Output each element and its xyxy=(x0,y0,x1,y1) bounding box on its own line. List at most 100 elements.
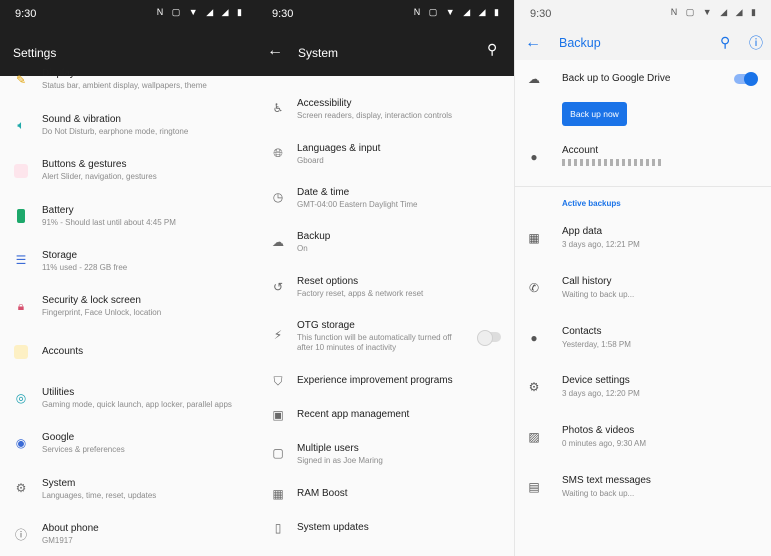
item-subtitle: GM1917 xyxy=(42,536,73,545)
status-icons: N ▢ ▼ ◢ ◢ ▮ xyxy=(156,7,245,17)
otg-toggle[interactable] xyxy=(477,330,501,346)
item-title: Photos & videos xyxy=(562,425,635,436)
item-subtitle: Waiting to back up... xyxy=(562,290,635,299)
item-title: System updates xyxy=(297,522,369,533)
back-arrow-icon[interactable]: ← xyxy=(267,42,283,60)
update-icon: ▯ xyxy=(274,521,282,535)
system-screen: 9:30 N ▢ ▼ ◢ ◢ ▮ ← System ⚲ ♿︎ Accessibi… xyxy=(257,0,514,556)
item-title: SMS text messages xyxy=(562,475,651,486)
backup-now-button[interactable]: Back up now xyxy=(562,102,627,126)
backup-screen: 9:30 N ▢ ▼ ◢ ◢ ▮ ← Backup ⚲ ⓘ ☁ Back up … xyxy=(514,0,771,556)
help-icon[interactable]: ⓘ xyxy=(749,33,763,53)
grid-icon: ▦ xyxy=(528,231,540,245)
back-arrow-icon[interactable]: ← xyxy=(525,34,541,52)
search-icon[interactable]: ⚲ xyxy=(487,41,497,58)
item-title: About phone xyxy=(42,523,99,534)
item-subtitle: On xyxy=(297,244,308,253)
account-email-obscured xyxy=(562,159,662,166)
message-icon: ▤ xyxy=(528,480,540,494)
item-title: Languages & input xyxy=(297,143,381,154)
cloud-icon: ☁ xyxy=(272,235,284,249)
item-subtitle: 11% used - 228 GB free xyxy=(42,263,128,272)
reset-icon: ↺ xyxy=(272,280,284,294)
item-subtitle: Yesterday, 1:58 PM xyxy=(562,340,631,349)
status-bar: 9:30 N ▢ ▼ ◢ ◢ ▮ xyxy=(257,0,514,26)
item-subtitle: Status bar, ambient display, wallpapers,… xyxy=(42,81,207,90)
item-title: Accounts xyxy=(42,346,84,357)
gear-icon: ⚙ xyxy=(15,481,27,495)
item-title: Storage xyxy=(42,250,78,261)
utilities-icon: ◎ xyxy=(15,391,27,405)
item-title: App data xyxy=(562,226,603,237)
person-icon: ● xyxy=(530,331,538,345)
item-title: Experience improvement programs xyxy=(297,375,453,386)
recent-apps-icon: ▣ xyxy=(272,408,284,422)
item-title: Sound & vibration xyxy=(42,114,121,125)
page-title: System xyxy=(298,46,339,60)
item-subtitle: Signed in as Joe Maring xyxy=(297,456,383,465)
item-title: Contacts xyxy=(562,326,602,337)
account-icon xyxy=(14,345,28,359)
status-time: 9:30 xyxy=(530,8,552,20)
improvement-icon: ⛉ xyxy=(273,374,283,388)
settings-screen: 9:30 N ▢ ▼ ◢ ◢ ▮ Settings ✎ Display Stat… xyxy=(0,0,257,556)
item-subtitle: 91% - Should last until about 4:45 PM xyxy=(42,218,176,227)
item-subtitle: This function will be automatically turn… xyxy=(297,333,452,342)
accessibility-icon: ♿︎ xyxy=(272,101,284,115)
item-subtitle: Languages, time, reset, updates xyxy=(42,491,157,500)
display-icon: ✎ xyxy=(15,73,27,87)
phone-icon: ✆ xyxy=(528,281,540,295)
google-icon: ◉ xyxy=(15,436,27,450)
account-circle-icon: ● xyxy=(530,150,538,164)
section-heading: Active backups xyxy=(562,199,621,208)
divider xyxy=(515,186,771,187)
item-title: Recent app management xyxy=(297,409,410,420)
item-title: Buttons & gestures xyxy=(42,159,127,170)
system-app-bar: ← System ⚲ xyxy=(257,26,514,76)
item-subtitle: Screen readers, display, interaction con… xyxy=(297,111,453,120)
image-icon: ▨ xyxy=(528,430,540,444)
item-title: Reset options xyxy=(297,276,359,287)
cloud-upload-icon: ☁ xyxy=(528,72,540,86)
lock-icon: 🔒︎ xyxy=(17,299,25,313)
item-title: Utilities xyxy=(42,387,75,398)
item-title: Security & lock screen xyxy=(42,295,141,306)
item-subtitle: 3 days ago, 12:21 PM xyxy=(562,240,640,249)
item-title: Call history xyxy=(562,276,612,287)
item-title: Back up to Google Drive xyxy=(562,73,671,84)
item-title: OTG storage xyxy=(297,320,355,331)
settings-app-bar: Settings xyxy=(0,26,257,76)
item-title: Multiple users xyxy=(297,443,359,454)
item-subtitle: Alert Slider, navigation, gestures xyxy=(42,172,157,181)
info-icon: ⓘ xyxy=(14,528,27,542)
search-icon[interactable]: ⚲ xyxy=(720,34,730,51)
ram-icon: ▦ xyxy=(272,487,284,501)
drive-backup-toggle[interactable] xyxy=(734,72,758,86)
status-time: 9:30 xyxy=(272,8,294,20)
item-title: Display xyxy=(42,68,75,79)
item-title: Google xyxy=(42,432,75,443)
gear-icon: ⚙ xyxy=(528,380,540,394)
item-subtitle: Waiting to back up... xyxy=(562,489,635,498)
buttons-icon xyxy=(14,164,28,178)
item-subtitle: Do Not Disturb, earphone mode, ringtone xyxy=(42,127,189,136)
item-title: Date & time xyxy=(297,187,350,198)
status-time: 9:30 xyxy=(15,8,37,20)
item-title: Battery xyxy=(42,205,74,216)
status-bar: 9:30 N ▢ ▼ ◢ ◢ ▮ xyxy=(0,0,257,26)
users-icon: ▢ xyxy=(272,446,284,460)
item-subtitle-line2: after 10 minutes of inactivity xyxy=(297,343,397,352)
item-subtitle: GMT-04:00 Eastern Daylight Time xyxy=(297,200,418,209)
page-title: Settings xyxy=(13,46,57,60)
item-subtitle: Factory reset, apps & network reset xyxy=(297,289,424,298)
status-bar: 9:30 N ▢ ▼ ◢ ◢ ▮ xyxy=(515,0,771,26)
usb-icon: ⚡︎ xyxy=(273,328,283,342)
status-icons: N ▢ ▼ ◢ ◢ ▮ xyxy=(670,7,759,17)
sound-icon: 🔈︎ xyxy=(17,118,25,132)
item-title: Accessibility xyxy=(297,98,352,109)
storage-icon: ☰ xyxy=(15,253,27,267)
item-subtitle: Services & preferences xyxy=(42,445,125,454)
status-icons: N ▢ ▼ ◢ ◢ ▮ xyxy=(413,7,502,17)
item-title: System xyxy=(42,478,76,489)
item-title: RAM Boost xyxy=(297,488,348,499)
